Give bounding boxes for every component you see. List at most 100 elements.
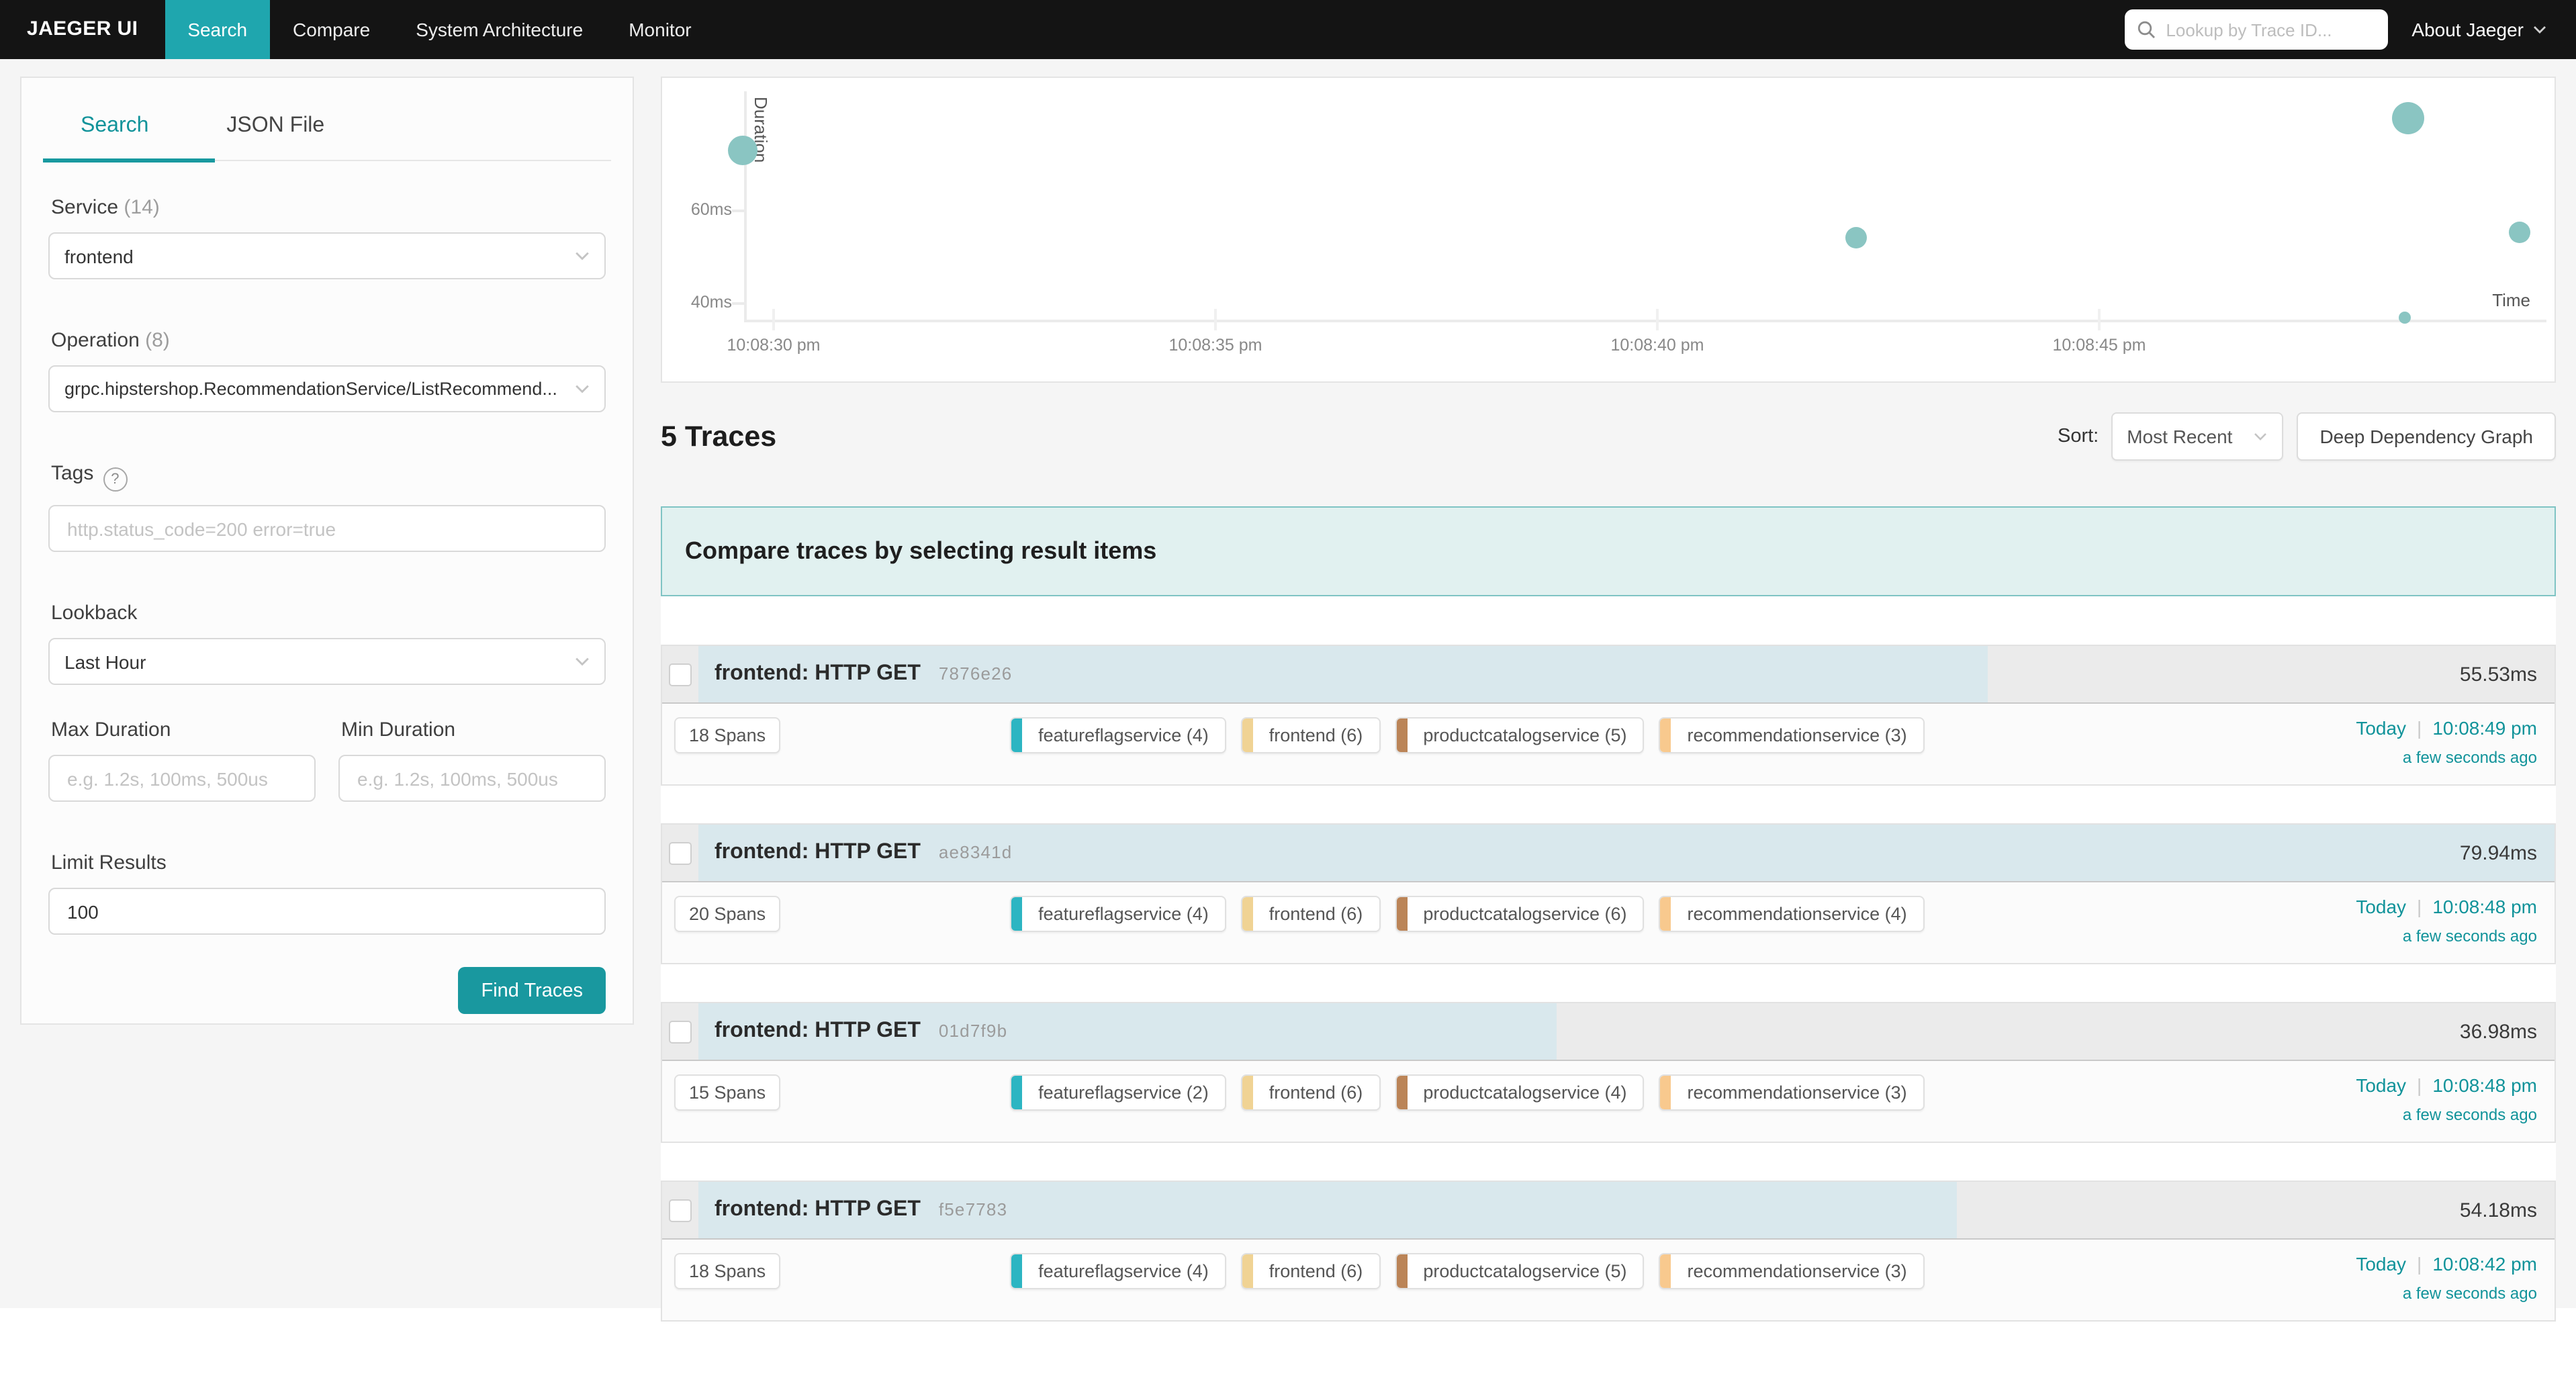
trace-title: frontend: HTTP GET: [715, 1019, 921, 1042]
deep-dependency-graph-button[interactable]: Deep Dependency Graph: [2297, 412, 2556, 461]
service-tag-chip: frontend (6): [1241, 1074, 1381, 1111]
trace-date-link[interactable]: Today: [2356, 717, 2406, 739]
limit-results-wrap[interactable]: [48, 888, 606, 935]
sidebar-tabs: Search JSON File: [81, 114, 611, 138]
about-jaeger-label: About Jaeger: [2411, 19, 2524, 40]
service-color-bar: [1011, 1254, 1022, 1288]
max-duration-input[interactable]: [64, 766, 300, 790]
x-tick-label: 10:08:40 pm: [1590, 336, 1724, 355]
service-tag-chip: featureflagservice (4): [1010, 896, 1226, 932]
trace-date-link[interactable]: Today: [2356, 1253, 2406, 1275]
trace-card-body: 20 Spans featureflagservice (4)frontend …: [662, 882, 2555, 945]
span-count-chip: 15 Spans: [674, 1074, 780, 1111]
compare-banner: Compare traces by selecting result items: [661, 506, 2556, 596]
service-tag-label: featureflagservice (2): [1022, 1076, 1225, 1109]
operation-select[interactable]: grpc.hipstershop.RecommendationService/L…: [48, 365, 606, 412]
nav-item-monitor[interactable]: Monitor: [606, 0, 714, 59]
service-tag-chip: recommendationservice (3): [1659, 1253, 1924, 1289]
main-content: Duration Time 10:08:30 pm10:08:35 pm10:0…: [661, 77, 2556, 1386]
app-brand: JAEGER UI: [0, 0, 165, 59]
nav-right: About Jaeger: [2124, 0, 2576, 59]
service-tag-label: recommendationservice (3): [1671, 719, 1923, 752]
span-count-chip: 18 Spans: [674, 1253, 780, 1289]
trace-result-card[interactable]: frontend: HTTP GET ae8341d 79.94ms 20 Sp…: [661, 823, 2556, 964]
trace-id: 7876e26: [939, 663, 1013, 684]
trace-card-header: frontend: HTTP GET 7876e26 55.53ms: [662, 646, 2555, 704]
compare-banner-text: Compare traces by selecting result items: [685, 537, 1156, 565]
trace-result-card[interactable]: frontend: HTTP GET f5e7783 54.18ms 18 Sp…: [661, 1181, 2556, 1322]
date-divider: |: [2417, 1074, 2422, 1096]
results-header: 5 Traces Sort: Most Recent Deep Dependen…: [661, 402, 2556, 471]
service-color-bar: [1011, 719, 1022, 752]
trace-date-link[interactable]: Today: [2356, 896, 2406, 917]
service-color-bar: [1396, 1254, 1407, 1288]
service-tag-label: productcatalogservice (4): [1407, 1076, 1643, 1109]
sort-select[interactable]: Most Recent: [2111, 412, 2283, 461]
x-tick-mark: [2098, 309, 2101, 330]
trace-scatter-point[interactable]: [2393, 103, 2425, 135]
x-tick-mark: [1656, 309, 1659, 330]
trace-time-link[interactable]: 10:08:49 pm: [2432, 717, 2537, 739]
tags-help-icon[interactable]: ?: [103, 467, 127, 492]
trace-result-card[interactable]: frontend: HTTP GET 01d7f9b 36.98ms 15 Sp…: [661, 1002, 2556, 1143]
find-traces-button[interactable]: Find Traces: [459, 967, 606, 1014]
x-tick-label: 10:08:35 pm: [1148, 336, 1283, 355]
nav-item-system-architecture[interactable]: System Architecture: [393, 0, 606, 59]
lookback-select[interactable]: Last Hour: [48, 638, 606, 685]
trace-result-card[interactable]: frontend: HTTP GET 7876e26 55.53ms 18 Sp…: [661, 645, 2556, 786]
trace-relative-time: a few seconds ago: [2356, 927, 2537, 945]
limit-results-input[interactable]: [64, 899, 590, 923]
service-tags: featureflagservice (4)frontend (6)produc…: [1010, 717, 1925, 753]
search-form: Service (14) frontend Operation (8) grpc…: [21, 196, 633, 1014]
service-label: Service (14): [51, 196, 606, 219]
service-tag-label: featureflagservice (4): [1022, 1254, 1225, 1288]
trace-card-header: frontend: HTTP GET 01d7f9b 36.98ms: [662, 1003, 2555, 1061]
operation-count: (8): [145, 329, 170, 352]
chevron-down-icon: [575, 384, 590, 394]
max-duration-wrap[interactable]: [48, 755, 316, 802]
service-tag-chip: recommendationservice (3): [1659, 717, 1924, 753]
service-color-bar: [1660, 719, 1671, 752]
trace-scatter-point[interactable]: [2398, 312, 2410, 324]
trace-time-link[interactable]: 10:08:48 pm: [2432, 896, 2537, 917]
service-tag-label: frontend (6): [1253, 719, 1379, 752]
about-jaeger-menu[interactable]: About Jaeger: [2411, 19, 2546, 40]
operation-label: Operation (8): [51, 329, 606, 352]
tags-input-wrap[interactable]: [48, 505, 606, 552]
trace-select-checkbox[interactable]: [669, 1020, 692, 1043]
trace-select-checkbox[interactable]: [669, 841, 692, 864]
min-duration-wrap[interactable]: [338, 755, 606, 802]
sort-label: Sort:: [2058, 426, 2099, 447]
trace-scatter-point[interactable]: [1845, 227, 1867, 248]
trace-id-input[interactable]: [2163, 18, 2375, 41]
service-tag-chip: recommendationservice (3): [1659, 1074, 1924, 1111]
tags-label: Tags?: [51, 462, 606, 492]
trace-relative-time: a few seconds ago: [2356, 1284, 2537, 1303]
service-select[interactable]: frontend: [48, 232, 606, 279]
x-axis-title: Time: [2492, 290, 2530, 310]
trace-id-lookup[interactable]: [2124, 9, 2387, 50]
x-tick-mark: [772, 309, 775, 330]
trace-title: frontend: HTTP GET: [715, 841, 921, 864]
service-color-bar: [1242, 1254, 1253, 1288]
trace-scatter-point[interactable]: [728, 136, 757, 165]
y-axis-line: [744, 91, 747, 321]
nav-item-search[interactable]: Search: [165, 0, 270, 59]
trace-scatter-point[interactable]: [2508, 221, 2530, 242]
trace-card-body: 18 Spans featureflagservice (4)frontend …: [662, 1240, 2555, 1303]
trace-select-checkbox[interactable]: [669, 663, 692, 686]
min-duration-input[interactable]: [355, 766, 590, 790]
service-tag-label: frontend (6): [1253, 1076, 1379, 1109]
nav-item-compare[interactable]: Compare: [270, 0, 393, 59]
x-tick-label: 10:08:30 pm: [706, 336, 841, 355]
top-nav: JAEGER UI SearchCompareSystem Architectu…: [0, 0, 2576, 59]
service-tag-chip: featureflagservice (4): [1010, 1253, 1226, 1289]
trace-time-link[interactable]: 10:08:42 pm: [2432, 1253, 2537, 1275]
trace-date-link[interactable]: Today: [2356, 1074, 2406, 1096]
tab-search[interactable]: Search: [81, 114, 148, 138]
date-divider: |: [2417, 717, 2422, 739]
tags-input[interactable]: [64, 516, 590, 541]
trace-select-checkbox[interactable]: [669, 1199, 692, 1221]
trace-time-link[interactable]: 10:08:48 pm: [2432, 1074, 2537, 1096]
tab-json-file[interactable]: JSON File: [226, 114, 324, 138]
